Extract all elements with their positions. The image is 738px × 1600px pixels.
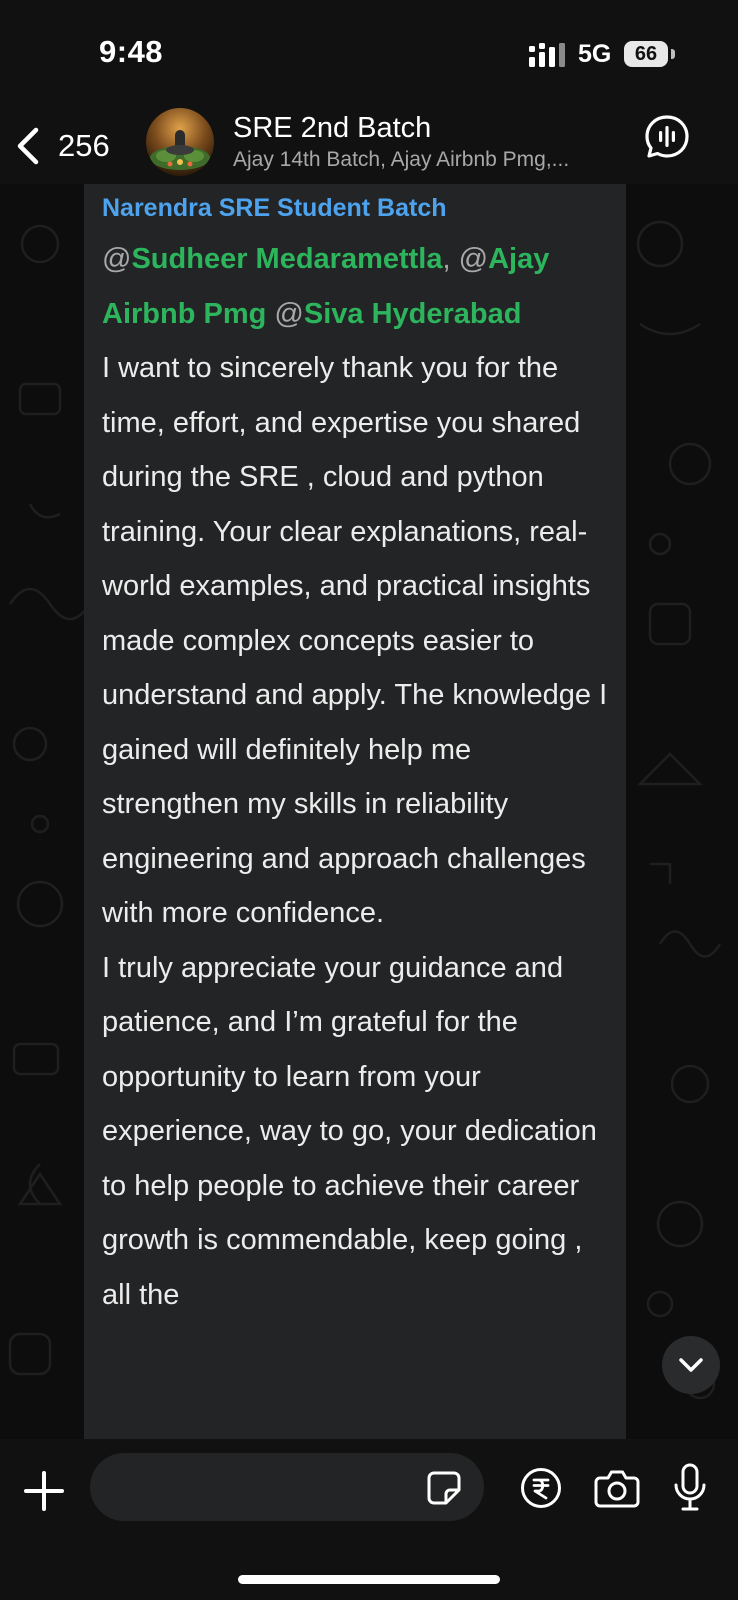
status-time: 9:48	[99, 34, 164, 69]
message-paragraph-2: I truly appreciate your guidance and pat…	[102, 951, 597, 1311]
composer-bar	[0, 1439, 738, 1600]
mention-siva[interactable]: Siva Hyderabad	[304, 298, 522, 330]
group-members[interactable]: Ajay 14th Batch, Ajay Airbnb Pmg,...	[233, 148, 613, 172]
sticker-icon[interactable]	[426, 1470, 462, 1506]
message-bubble[interactable]: Narendra SRE Student Batch @Sudheer Meda…	[84, 184, 626, 1439]
status-bar: 9:48 5G 66	[0, 0, 738, 104]
group-avatar[interactable]	[146, 108, 214, 176]
chevron-down-icon	[679, 1358, 703, 1372]
message-input[interactable]	[90, 1453, 484, 1521]
rupee-icon[interactable]	[520, 1467, 562, 1509]
group-avatar-image	[146, 108, 214, 176]
back-button[interactable]: 256	[14, 124, 124, 168]
message-paragraph-1: I want to sincerely thank you for the ti…	[102, 352, 608, 929]
group-title[interactable]: SRE 2nd Batch	[233, 112, 431, 145]
chat-header: 256 SRE 2nd Batch Ajay 14th Batch, Ajay …	[0, 104, 738, 184]
microphone-icon[interactable]	[672, 1463, 708, 1513]
mention-sudheer[interactable]: Sudheer Medaramettla	[131, 243, 442, 275]
network-type: 5G	[578, 40, 612, 68]
plus-icon[interactable]	[22, 1469, 66, 1513]
message-sender[interactable]: Narendra SRE Student Batch	[102, 194, 447, 223]
camera-icon[interactable]	[594, 1467, 640, 1509]
home-indicator	[238, 1575, 500, 1584]
battery-level: 66	[634, 43, 658, 65]
voice-chat-icon[interactable]	[644, 114, 690, 160]
chevron-left-icon	[17, 127, 39, 165]
battery-icon: 66	[624, 41, 668, 67]
mention-separator: ,	[442, 243, 451, 275]
message-text: @Sudheer Medaramettla, @Ajay Airbnb Pmg …	[102, 232, 612, 1322]
at-sign: @	[458, 243, 489, 275]
unread-count: 256	[58, 128, 110, 163]
scroll-to-bottom-button[interactable]	[662, 1336, 720, 1394]
at-sign: @	[102, 243, 132, 275]
signal-icon	[529, 43, 565, 67]
chat-area[interactable]: Narendra SRE Student Batch @Sudheer Meda…	[0, 184, 738, 1439]
battery-cap	[671, 49, 675, 59]
at-sign: @	[274, 297, 304, 330]
